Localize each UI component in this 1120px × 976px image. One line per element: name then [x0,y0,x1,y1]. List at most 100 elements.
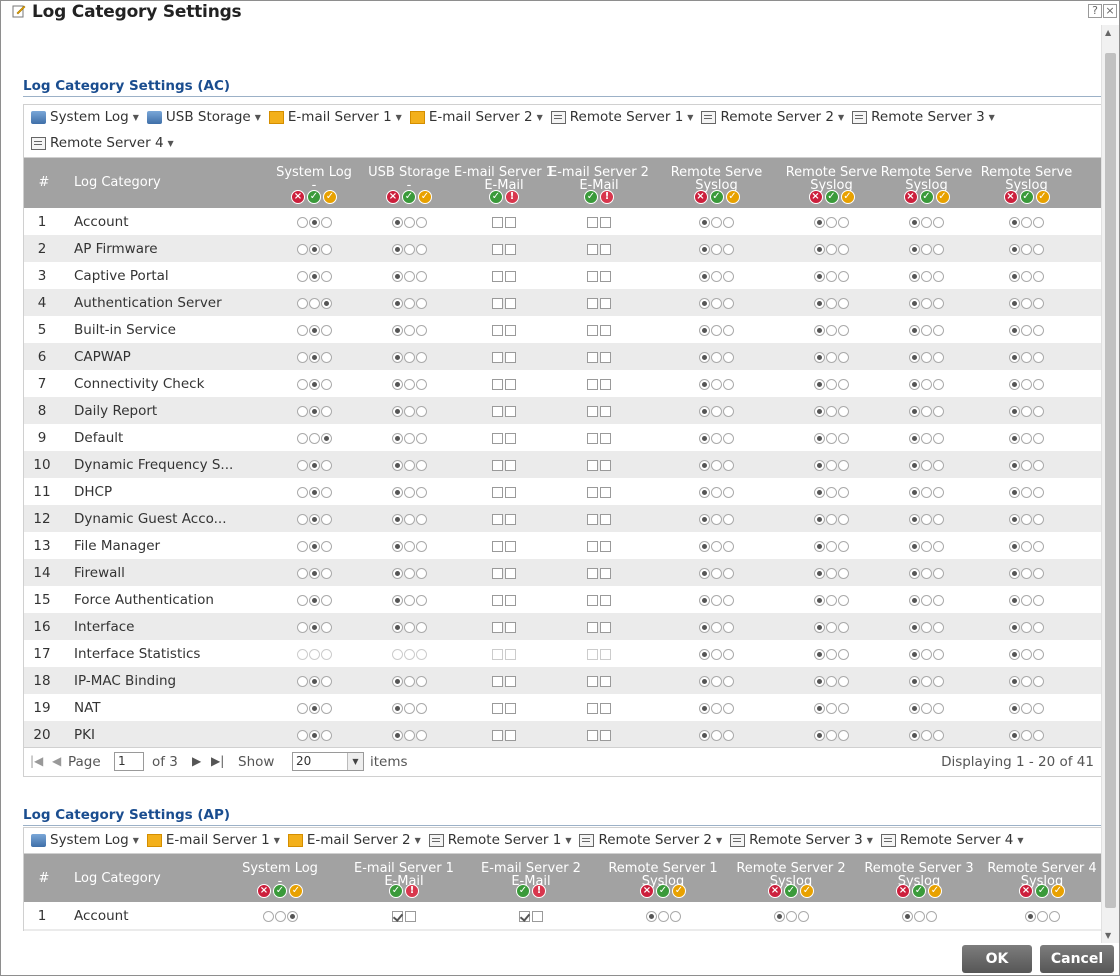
checkbox-group[interactable] [454,646,554,662]
checkbox-group[interactable] [549,592,649,608]
radio-button[interactable] [1021,432,1032,444]
radio-button[interactable] [1048,910,1060,922]
radio-group[interactable] [874,349,979,365]
radio-button[interactable] [826,621,837,633]
radio-button[interactable] [909,540,920,552]
checkbox[interactable] [492,432,503,444]
radio-button[interactable] [814,513,825,525]
radio-button[interactable] [933,648,944,660]
checkbox[interactable] [492,540,503,552]
radio-group[interactable] [359,268,459,284]
checkbox[interactable] [587,567,598,579]
radio-group[interactable] [264,700,364,716]
checkbox-group[interactable] [454,322,554,338]
checkbox[interactable] [587,594,598,606]
checkbox[interactable] [505,702,516,714]
radio-button[interactable] [838,432,849,444]
radio-button[interactable] [921,486,932,498]
radio-group[interactable] [874,538,979,554]
radio-button[interactable] [1021,351,1032,363]
radio-button[interactable] [699,432,710,444]
scrollbar-thumb[interactable] [1105,53,1116,908]
checkbox[interactable] [600,297,611,309]
radio-group[interactable] [974,241,1079,257]
radio-group[interactable] [983,908,1101,924]
radio-button[interactable] [308,513,320,525]
checkbox-group[interactable] [549,700,649,716]
radio-button[interactable] [933,351,944,363]
radio-button[interactable] [814,459,825,471]
radio-button[interactable] [1033,648,1044,660]
checkbox-group[interactable] [549,565,649,581]
radio-button[interactable] [286,910,298,922]
radio-button[interactable] [320,567,332,579]
radio-button[interactable] [1021,675,1032,687]
radio-button[interactable] [1009,351,1020,363]
checkbox[interactable] [600,324,611,336]
radio-button[interactable] [415,567,427,579]
toolbar-button-e-mail-server-1[interactable]: E-mail Server 1 ▼ [268,109,402,125]
radio-button[interactable] [933,567,944,579]
radio-button[interactable] [913,910,925,922]
radio-button[interactable] [415,459,427,471]
radio-group[interactable] [779,484,884,500]
radio-button[interactable] [826,378,837,390]
radio-button[interactable] [320,621,332,633]
radio-button[interactable] [699,351,710,363]
help-button[interactable]: ? [1088,4,1102,18]
page-input[interactable]: 1 [114,752,144,771]
radio-button[interactable] [415,675,427,687]
radio-button[interactable] [723,486,734,498]
radio-group[interactable] [264,646,364,662]
radio-button[interactable] [296,270,308,282]
radio-button[interactable] [1021,594,1032,606]
toolbar-button-system-log[interactable]: System Log ▼ [31,832,139,848]
radio-button[interactable] [711,486,722,498]
radio-button[interactable] [320,729,332,741]
toolbar-button-remote-server-2[interactable]: Remote Server 2 ▼ [701,109,844,125]
checkbox[interactable] [492,297,503,309]
radio-group[interactable] [264,295,364,311]
radio-group[interactable] [874,619,979,635]
radio-button[interactable] [391,378,403,390]
radio-button[interactable] [814,729,825,741]
radio-button[interactable] [308,702,320,714]
radio-group[interactable] [220,908,340,924]
radio-button[interactable] [1021,324,1032,336]
radio-button[interactable] [699,243,710,255]
radio-button[interactable] [1009,621,1020,633]
radio-button[interactable] [921,594,932,606]
radio-button[interactable] [838,486,849,498]
checkbox-group[interactable] [454,295,554,311]
radio-group[interactable] [664,268,769,284]
radio-button[interactable] [1021,405,1032,417]
radio-button[interactable] [699,459,710,471]
radio-button[interactable] [1033,297,1044,309]
radio-button[interactable] [320,702,332,714]
radio-button[interactable] [925,910,937,922]
checkbox[interactable] [587,675,598,687]
radio-button[interactable] [262,910,274,922]
toolbar-button-system-log[interactable]: System Log ▼ [31,109,139,125]
radio-button[interactable] [711,729,722,741]
radio-button[interactable] [909,486,920,498]
radio-group[interactable] [264,430,364,446]
checkbox-group[interactable] [454,457,554,473]
radio-button[interactable] [403,405,415,417]
radio-button[interactable] [308,216,320,228]
checkbox-group[interactable] [549,538,649,554]
toolbar-button-e-mail-server-2[interactable]: E-mail Server 2 ▼ [287,832,421,848]
radio-group[interactable] [664,295,769,311]
radio-group[interactable] [359,700,459,716]
radio-button[interactable] [1009,405,1020,417]
radio-group[interactable] [359,619,459,635]
radio-group[interactable] [874,241,979,257]
checkbox[interactable] [587,702,598,714]
radio-button[interactable] [296,513,308,525]
radio-button[interactable] [826,540,837,552]
radio-group[interactable] [264,214,364,230]
radio-button[interactable] [296,324,308,336]
radio-button[interactable] [1009,216,1020,228]
radio-button[interactable] [909,567,920,579]
radio-button[interactable] [391,297,403,309]
